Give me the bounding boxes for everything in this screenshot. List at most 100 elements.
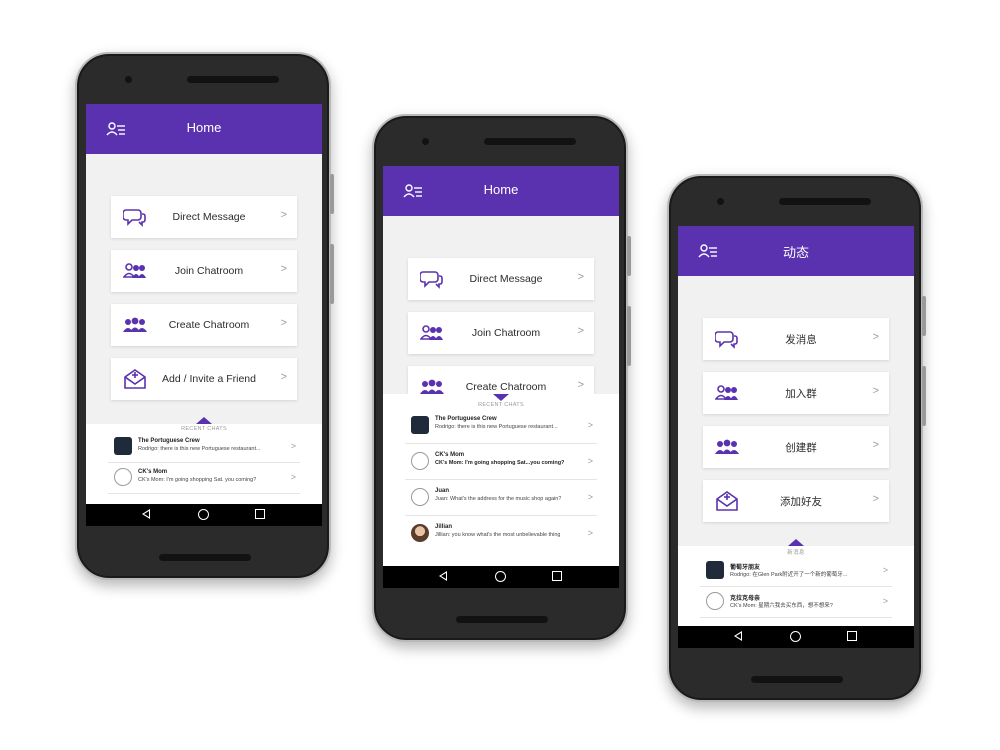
recent-chats-panel: RECENT CHATS The Portuguese Crew Rodrigo… bbox=[86, 417, 322, 504]
group-avatar bbox=[706, 561, 724, 579]
app-bar: Home bbox=[86, 104, 322, 154]
recent-chats-panel: RECENT CHATS The Portuguese Crew Rodrigo… bbox=[383, 394, 619, 566]
chat-row[interactable]: CK's Mom CK's Mom: I'm going shopping Sa… bbox=[405, 444, 597, 480]
front-camera bbox=[422, 138, 429, 145]
group-avatar bbox=[411, 416, 429, 434]
recent-chats-label: 新消息 bbox=[787, 550, 805, 556]
bottom-speaker bbox=[456, 616, 548, 623]
chat-bubbles-icon bbox=[420, 271, 443, 289]
join-chatroom-button[interactable]: 加入群 > bbox=[703, 372, 889, 414]
earpiece-speaker bbox=[187, 76, 279, 83]
home-icon[interactable] bbox=[495, 571, 506, 582]
chevron-right-icon: > bbox=[882, 565, 888, 575]
chat-bubbles-icon bbox=[715, 331, 738, 349]
chat-row[interactable]: Jillian Jillian: you know what's the mos… bbox=[405, 516, 597, 552]
chat-name: Juan bbox=[435, 488, 450, 494]
back-icon[interactable] bbox=[142, 509, 150, 519]
user-avatar bbox=[114, 468, 132, 486]
power-button bbox=[922, 296, 926, 336]
create-chatroom-button[interactable]: 创建群 > bbox=[703, 426, 889, 468]
chat-preview: Rodrigo: there is this new Portuguese re… bbox=[138, 446, 261, 452]
chevron-right-icon: > bbox=[587, 528, 593, 538]
expand-up-icon[interactable] bbox=[196, 417, 212, 424]
chevron-right-icon: > bbox=[882, 596, 888, 606]
create-chatroom-button[interactable]: Create Chatroom > bbox=[111, 304, 297, 346]
recent-apps-icon[interactable] bbox=[552, 571, 562, 581]
home-icon[interactable] bbox=[198, 509, 209, 520]
chat-row[interactable]: The Portuguese Crew Rodrigo: there is th… bbox=[108, 432, 300, 463]
user-avatar bbox=[411, 488, 429, 506]
invite-friend-button[interactable]: Add / Invite a Friend > bbox=[111, 358, 297, 400]
phone-screen: Home Direct Message > Join Chatroom > Cr… bbox=[383, 166, 619, 588]
back-icon[interactable] bbox=[734, 631, 742, 641]
join-group-icon bbox=[715, 385, 738, 400]
chat-row[interactable]: 克拉克母亲 CK's Mom: 星期六我去买东西，想不想来? > bbox=[700, 587, 892, 618]
chevron-right-icon: > bbox=[280, 263, 287, 275]
chat-preview: Jillian: you know what's the most unbeli… bbox=[435, 532, 561, 538]
app-bar: Home bbox=[383, 166, 619, 216]
home-icon[interactable] bbox=[790, 631, 801, 642]
chat-row[interactable]: 葡萄牙朋友 Rodrigo: 在Glen Park附近开了一个新的葡萄牙... … bbox=[700, 556, 892, 587]
chevron-right-icon: > bbox=[872, 493, 879, 505]
direct-message-button[interactable]: Direct Message > bbox=[408, 258, 594, 300]
chevron-right-icon: > bbox=[577, 379, 584, 391]
home-menu: Direct Message > Join Chatroom > Create … bbox=[111, 196, 297, 412]
phone-2: Home Direct Message > Join Chatroom > Cr… bbox=[372, 114, 631, 642]
chevron-right-icon: > bbox=[280, 209, 287, 221]
chevron-right-icon: > bbox=[280, 317, 287, 329]
earpiece-speaker bbox=[484, 138, 576, 145]
back-icon[interactable] bbox=[439, 571, 447, 581]
recent-apps-icon[interactable] bbox=[255, 509, 265, 519]
group-icon bbox=[715, 439, 739, 454]
chevron-right-icon: > bbox=[872, 385, 879, 397]
user-avatar bbox=[411, 452, 429, 470]
volume-button bbox=[627, 306, 631, 366]
chevron-right-icon: > bbox=[280, 371, 287, 383]
join-chatroom-button[interactable]: Join Chatroom > bbox=[408, 312, 594, 354]
join-group-icon bbox=[123, 263, 146, 278]
chevron-right-icon: > bbox=[587, 420, 593, 430]
phone-screen: 动态 发消息 > 加入群 > 创建群 > 添加好友 > 新消息 葡萄牙朋友 Ro… bbox=[678, 226, 914, 648]
android-nav-bar bbox=[678, 626, 914, 648]
chat-row[interactable]: CK's Mom CK's Mom: I'm going shopping Sa… bbox=[108, 463, 300, 494]
chat-preview: CK's Mom: I'm going shopping Sat...you c… bbox=[435, 460, 565, 466]
volume-button bbox=[922, 366, 926, 426]
recent-chats-label: RECENT CHATS bbox=[181, 426, 227, 432]
recent-apps-icon[interactable] bbox=[847, 631, 857, 641]
chat-preview: CK's Mom: 星期六我去买东西，想不想来? bbox=[730, 603, 833, 609]
chat-preview: Juan: What's the address for the music s… bbox=[435, 496, 562, 502]
phone-screen: Home Direct Message > Join Chatroom > Cr… bbox=[86, 104, 322, 526]
expand-up-icon[interactable] bbox=[788, 539, 804, 546]
invite-envelope-icon bbox=[716, 491, 738, 511]
invite-friend-button[interactable]: 添加好友 > bbox=[703, 480, 889, 522]
chevron-right-icon: > bbox=[872, 439, 879, 451]
invite-envelope-icon bbox=[124, 369, 146, 389]
chevron-right-icon: > bbox=[290, 441, 296, 451]
chat-preview: Rodrigo: 在Glen Park附近开了一个新的葡萄牙... bbox=[730, 572, 848, 578]
app-bar: 动态 bbox=[678, 226, 914, 276]
user-avatar bbox=[706, 592, 724, 610]
chevron-right-icon: > bbox=[290, 472, 296, 482]
bottom-speaker bbox=[159, 554, 251, 561]
chat-name: CK's Mom bbox=[138, 469, 168, 475]
android-nav-bar bbox=[383, 566, 619, 588]
bottom-speaker bbox=[751, 676, 843, 683]
volume-button bbox=[330, 244, 334, 304]
chevron-right-icon: > bbox=[872, 331, 879, 343]
chevron-right-icon: > bbox=[587, 456, 593, 466]
chat-bubbles-icon bbox=[123, 209, 146, 227]
page-title: 动态 bbox=[782, 245, 809, 260]
chevron-right-icon: > bbox=[577, 271, 584, 283]
collapse-down-icon[interactable] bbox=[493, 394, 509, 401]
direct-message-button[interactable]: 发消息 > bbox=[703, 318, 889, 360]
direct-message-button[interactable]: Direct Message > bbox=[111, 196, 297, 238]
phone-1: Home Direct Message > Join Chatroom > Cr… bbox=[75, 52, 334, 580]
chat-name: The Portuguese Crew bbox=[435, 416, 497, 422]
chat-row[interactable]: Juan Juan: What's the address for the mu… bbox=[405, 480, 597, 516]
join-chatroom-button[interactable]: Join Chatroom > bbox=[111, 250, 297, 292]
chat-row[interactable]: The Portuguese Crew Rodrigo: there is th… bbox=[405, 408, 597, 444]
android-nav-bar bbox=[86, 504, 322, 526]
chevron-right-icon: > bbox=[577, 325, 584, 337]
front-camera bbox=[717, 198, 724, 205]
phone-3: 动态 发消息 > 加入群 > 创建群 > 添加好友 > 新消息 葡萄牙朋友 Ro… bbox=[667, 174, 926, 702]
